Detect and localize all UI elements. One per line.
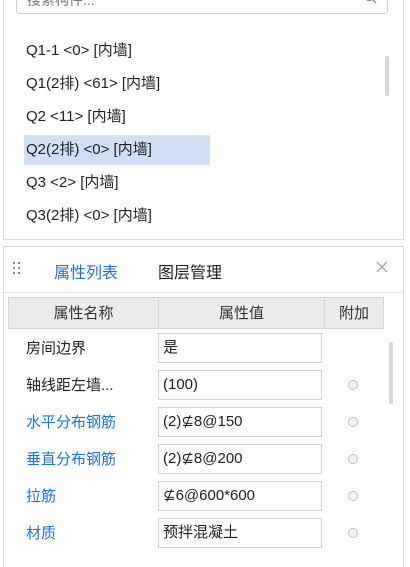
header-value: 属性值 — [159, 298, 325, 328]
property-name: 拉筋 — [26, 488, 57, 505]
property-name: 垂直分布钢筋 — [26, 451, 117, 468]
property-name: 房间边界 — [26, 340, 87, 357]
list-item-label: Q3(2排) <0> [内墙] — [26, 207, 152, 224]
property-name: 水平分布钢筋 — [26, 414, 117, 431]
table-row: 拉筋 ⊈6@600*600 — [8, 477, 384, 514]
property-value[interactable]: 是 — [158, 332, 322, 363]
list-scrollbar[interactable] — [385, 56, 389, 96]
property-panel: 属性列表 图层管理 属性名称 属性值 附加 房间边界 是 轴线距左墙... (1… — [3, 246, 404, 567]
list-item-label: Q2 <11> [内墙] — [26, 108, 126, 125]
property-value[interactable]: (100) — [158, 369, 322, 400]
search-icon[interactable] — [363, 0, 377, 4]
property-value[interactable]: (2)⊈8@150 — [158, 406, 322, 437]
search-input[interactable] — [27, 0, 347, 11]
list-item-selected[interactable]: Q2(2排) <0> [内墙] — [4, 133, 389, 166]
grid-scrollbar[interactable] — [389, 342, 393, 404]
close-icon[interactable] — [375, 260, 389, 274]
table-row: 轴线距左墙... (100) — [8, 366, 384, 403]
drag-handle-icon[interactable] — [13, 262, 21, 278]
property-value[interactable]: (2)⊈8@200 — [158, 443, 322, 474]
attach-checkbox[interactable] — [348, 527, 358, 538]
list-item-label: Q2(2排) <0> [内墙] — [26, 141, 152, 158]
search-box[interactable] — [16, 0, 388, 14]
table-row: 房间边界 是 — [8, 329, 384, 366]
property-value[interactable]: ⊈6@600*600 — [158, 480, 322, 511]
attach-checkbox[interactable] — [348, 379, 358, 390]
component-list: Q1-1 <0> [内墙] Q1(2排) <61> [内墙] Q2 <11> [… — [4, 34, 389, 232]
attach-checkbox[interactable] — [348, 453, 358, 464]
grid-header: 属性名称 属性值 附加 — [8, 297, 384, 329]
list-item[interactable]: Q1(2排) <61> [内墙] — [4, 67, 389, 100]
table-row: 水平分布钢筋 (2)⊈8@150 — [8, 403, 384, 440]
list-item-label: Q1-1 <0> [内墙] — [26, 42, 132, 59]
property-name: 材质 — [26, 525, 57, 542]
tab-bar: 属性列表 图层管理 — [4, 247, 403, 293]
tab-layers[interactable]: 图层管理 — [158, 259, 222, 283]
property-grid: 属性名称 属性值 附加 房间边界 是 轴线距左墙... (100) 水平分布钢筋… — [8, 297, 384, 551]
table-row: 垂直分布钢筋 (2)⊈8@200 — [8, 440, 384, 477]
header-name: 属性名称 — [9, 298, 159, 328]
table-row: 材质 预拌混凝土 — [8, 514, 384, 551]
attach-checkbox[interactable] — [348, 490, 358, 501]
property-value[interactable]: 预拌混凝土 — [158, 517, 322, 548]
list-item[interactable]: Q1-1 <0> [内墙] — [4, 34, 389, 67]
attach-checkbox[interactable] — [348, 416, 358, 427]
property-name: 轴线距左墙... — [26, 377, 114, 394]
component-list-panel: Q1-1 <0> [内墙] Q1(2排) <61> [内墙] Q2 <11> [… — [3, 0, 404, 240]
list-item-label: Q3 <2> [内墙] — [26, 174, 119, 191]
list-item[interactable]: Q3 <2> [内墙] — [4, 166, 389, 199]
tab-properties[interactable]: 属性列表 — [54, 259, 118, 283]
list-item[interactable]: Q2 <11> [内墙] — [4, 100, 389, 133]
list-item[interactable]: Q3(2排) <0> [内墙] — [4, 199, 389, 232]
header-extra: 附加 — [338, 305, 369, 322]
list-item-label: Q1(2排) <61> [内墙] — [26, 75, 161, 92]
